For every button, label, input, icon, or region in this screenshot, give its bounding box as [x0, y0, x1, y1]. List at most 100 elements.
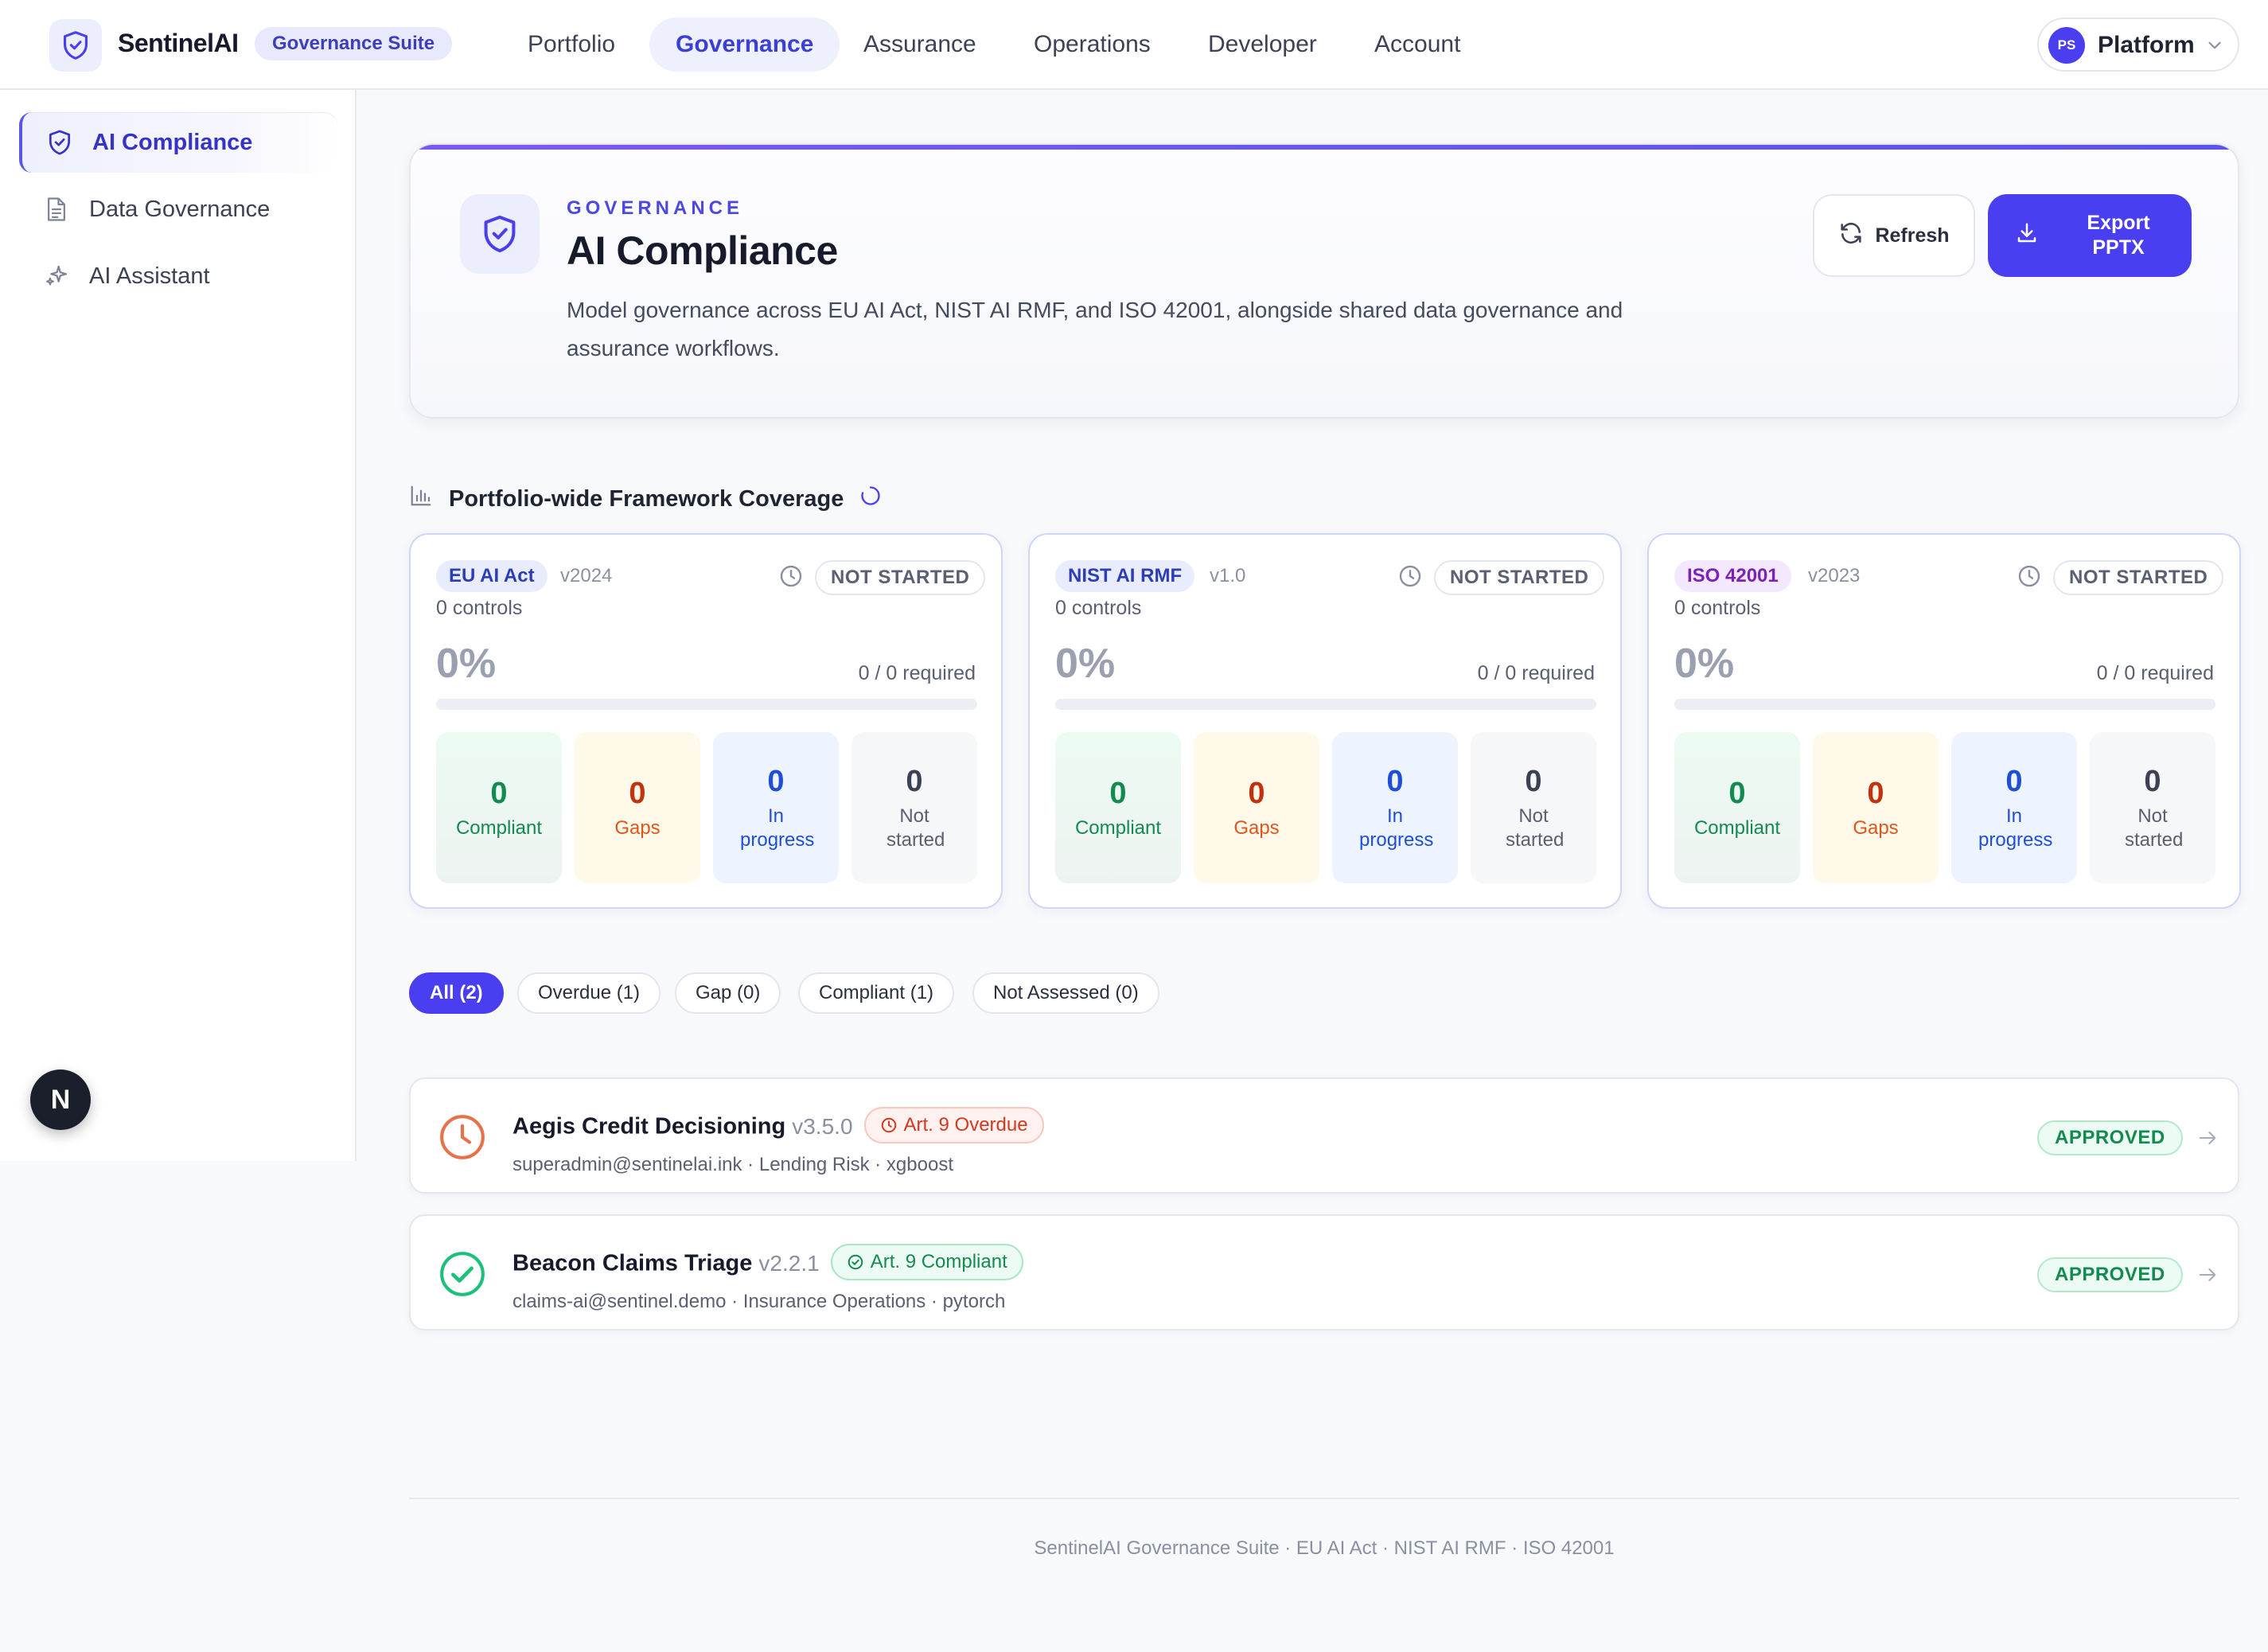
nav-governance[interactable]: Governance	[649, 18, 840, 72]
model-row-aegis[interactable]: Aegis Credit Decisioning v3.5.0 Art. 9 Ove…	[409, 1077, 2239, 1194]
stat-label: In progress	[740, 805, 815, 851]
brand-name[interactable]: SentinelAI	[118, 29, 239, 58]
shield-check-icon	[46, 129, 73, 156]
coverage-section-title: Portfolio-wide Framework Coverage	[409, 484, 882, 514]
framework-controls: 0 controls	[1674, 597, 1761, 619]
filter-compliant[interactable]: Compliant (1)	[798, 972, 955, 1014]
stat-not-started[interactable]: 0 Not started	[1471, 732, 1596, 883]
status-badge: APPROVED	[2037, 1257, 2183, 1292]
nav-operations[interactable]: Operations	[1007, 18, 1177, 72]
user-menu[interactable]: PS Platform	[2037, 18, 2239, 72]
stat-label: In progress	[1359, 805, 1434, 851]
filter-overdue[interactable]: Overdue (1)	[517, 972, 661, 1014]
stat-label: Gaps	[1853, 817, 1899, 839]
article-badge: Art. 9 Compliant	[830, 1244, 1023, 1280]
filter-all[interactable]: All (2)	[409, 972, 504, 1014]
coverage-percent: 0%	[436, 641, 497, 687]
stat-compliant[interactable]: 0 Compliant	[1674, 732, 1800, 883]
sidebar-item-label: AI Assistant	[89, 263, 210, 289]
stat-value: 0	[1867, 777, 1884, 810]
stat-not-started[interactable]: 0 Not started	[851, 732, 977, 883]
clock-icon	[438, 1112, 487, 1166]
coverage-title: Portfolio-wide Framework Coverage	[449, 485, 844, 512]
stat-value: 0	[1525, 765, 1542, 798]
floating-dev-button[interactable]: N	[30, 1070, 91, 1130]
stat-compliant[interactable]: 0 Compliant	[436, 732, 562, 883]
sidebar-item-ai-assistant[interactable]: AI Assistant	[19, 246, 337, 306]
export-pptx-button[interactable]: Export PPTX	[1988, 194, 2192, 277]
check-circle-icon	[438, 1249, 487, 1303]
page-header-card: GOVERNANCE AI Compliance Model governanc…	[409, 143, 2239, 419]
check-circle-icon	[848, 1254, 863, 1270]
refresh-button[interactable]: Refresh	[1813, 194, 1975, 277]
stat-gaps[interactable]: 0 Gaps	[575, 732, 700, 883]
brand-badge: Governance Suite	[255, 27, 453, 60]
brand-shield-icon[interactable]	[49, 19, 102, 72]
coverage-percent: 0%	[1055, 641, 1116, 687]
framework-card-eu-ai-act[interactable]: EU AI Act v2024 0 controls NOT STARTED 0…	[409, 533, 1003, 909]
nav-account[interactable]: Account	[1348, 18, 1487, 72]
progress-bar	[436, 699, 977, 710]
nav-developer[interactable]: Developer	[1182, 18, 1343, 72]
arrow-right-icon[interactable]	[2196, 1264, 2219, 1290]
clock-icon	[2017, 563, 2042, 593]
sidebar-item-label: Data Governance	[89, 196, 271, 222]
sidebar: AI Compliance Data Governance AI Assista…	[0, 90, 357, 1161]
clock-icon	[778, 563, 804, 593]
model-meta: claims-ai@sentinel.demo · Insurance Oper…	[512, 1291, 1006, 1312]
shield-check-icon	[460, 194, 540, 274]
stat-label: In progress	[1978, 805, 2053, 851]
article-label: Art. 9 Compliant	[870, 1251, 1007, 1272]
model-version: v3.5.0	[792, 1113, 853, 1139]
framework-controls: 0 controls	[1055, 597, 1142, 619]
clock-icon	[1397, 563, 1423, 593]
status-badge: NOT STARTED	[2053, 560, 2224, 595]
stat-value: 0	[1386, 765, 1404, 798]
stat-gaps[interactable]: 0 Gaps	[1194, 732, 1319, 883]
model-meta: superadmin@sentinelai.ink · Lending Risk…	[512, 1154, 953, 1175]
page-title: AI Compliance	[567, 228, 838, 273]
sidebar-item-label: AI Compliance	[92, 129, 253, 155]
footer-text: SentinelAI Governance Suite · EU AI Act …	[1034, 1537, 1615, 1559]
arrow-right-icon[interactable]	[2196, 1127, 2219, 1153]
framework-version: v2024	[560, 565, 613, 586]
framework-card-iso-42001[interactable]: ISO 42001 v2023 0 controls NOT STARTED 0…	[1647, 533, 2241, 909]
user-name: Platform	[2098, 32, 2195, 58]
avatar: PS	[2048, 27, 2085, 64]
status-badge: NOT STARTED	[1434, 560, 1605, 595]
bar-chart-icon	[409, 484, 433, 514]
stat-compliant[interactable]: 0 Compliant	[1055, 732, 1181, 883]
stat-not-started[interactable]: 0 Not started	[2090, 732, 2215, 883]
model-version: v2.2.1	[758, 1250, 820, 1276]
article-label: Art. 9 Overdue	[903, 1114, 1028, 1136]
top-nav: SentinelAI Governance Suite Portfolio Go…	[0, 0, 2268, 90]
footer-divider	[409, 1498, 2239, 1499]
sidebar-item-data-governance[interactable]: Data Governance	[19, 179, 337, 240]
nav-assurance[interactable]: Assurance	[837, 18, 1003, 72]
stat-in-progress[interactable]: 0 In progress	[1332, 732, 1458, 883]
stat-value: 0	[1109, 777, 1127, 810]
required-count: 0 / 0 required	[858, 662, 976, 684]
model-title: Beacon Claims Triage v2.2.1 Art. 9 Complia…	[512, 1244, 1023, 1283]
download-icon	[2015, 221, 2039, 251]
refresh-icon	[1838, 220, 1864, 251]
framework-card-nist-ai-rmf[interactable]: NIST AI RMF v1.0 0 controls NOT STARTED …	[1028, 533, 1622, 909]
stat-in-progress[interactable]: 0 In progress	[713, 732, 839, 883]
filter-not-assessed[interactable]: Not Assessed (0)	[972, 972, 1159, 1014]
framework-tag: EU AI Act	[436, 560, 548, 592]
stat-value: 0	[2005, 765, 2023, 798]
model-row-beacon[interactable]: Beacon Claims Triage v2.2.1 Art. 9 Complia…	[409, 1214, 2239, 1331]
progress-bar	[1055, 699, 1596, 710]
model-name: Beacon Claims Triage	[512, 1250, 753, 1276]
required-count: 0 / 0 required	[1477, 662, 1595, 684]
sidebar-item-ai-compliance[interactable]: AI Compliance	[19, 112, 337, 173]
status-badge: APPROVED	[2037, 1120, 2183, 1155]
stat-in-progress[interactable]: 0 In progress	[1951, 732, 2077, 883]
filter-gap[interactable]: Gap (0)	[675, 972, 781, 1014]
required-count: 0 / 0 required	[2096, 662, 2214, 684]
stat-value: 0	[490, 777, 508, 810]
stat-label: Compliant	[455, 817, 543, 839]
chevron-down-icon	[2204, 35, 2225, 60]
stat-gaps[interactable]: 0 Gaps	[1813, 732, 1939, 883]
nav-portfolio[interactable]: Portfolio	[501, 18, 641, 72]
